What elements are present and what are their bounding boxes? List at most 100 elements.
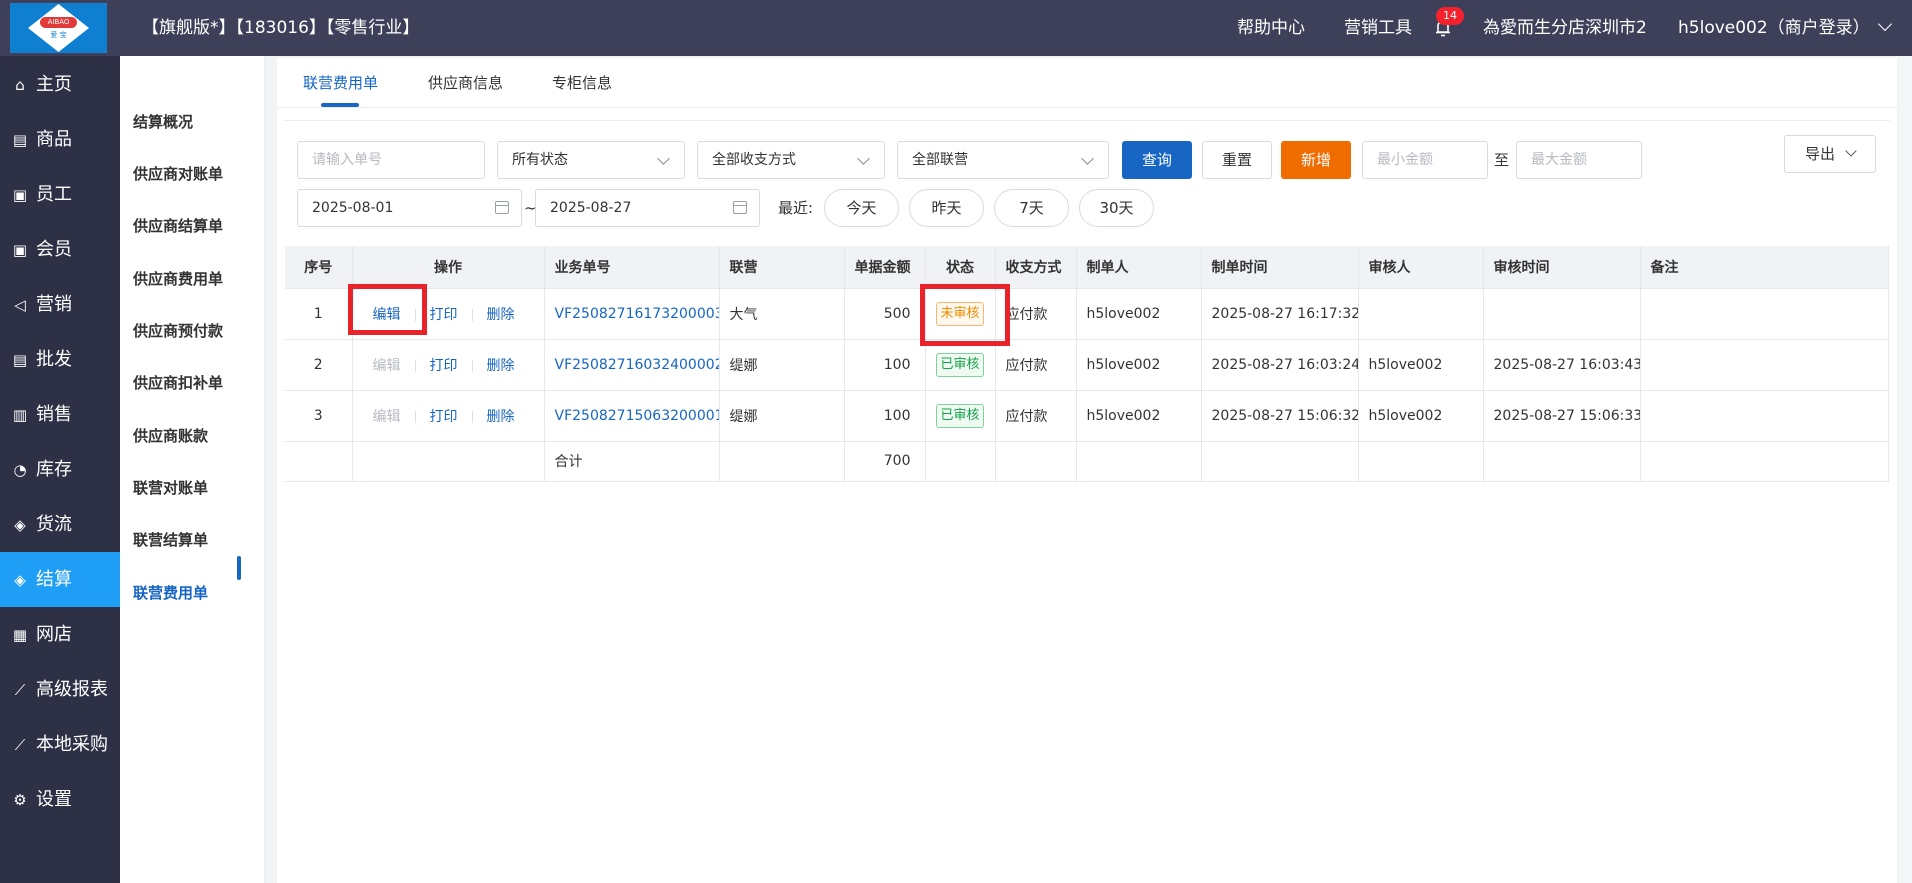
logistics-icon: ◈ — [14, 516, 26, 534]
reset-button[interactable]: 重置 — [1202, 141, 1272, 179]
sidebar-item-marketing[interactable]: ◁ 营销 — [0, 277, 120, 332]
sidebar-item-logistics[interactable]: ◈ 货流 — [0, 497, 120, 552]
sidebar-item-reports[interactable]: ⟋ 高级报表 — [0, 662, 120, 717]
export-button[interactable]: 导出 — [1784, 135, 1876, 173]
empty-cell — [1483, 441, 1641, 482]
quick-today-button[interactable]: 今天 — [824, 189, 899, 227]
amount: 100 — [844, 339, 926, 391]
delete-button[interactable]: 删除 — [487, 406, 515, 426]
empty-cell — [719, 441, 845, 482]
sidebar-item-staff[interactable]: ▣ 员工 — [0, 167, 120, 222]
query-button[interactable]: 查询 — [1122, 141, 1192, 179]
submenu-active-marker — [237, 556, 241, 580]
status-select[interactable]: 所有状态 — [497, 141, 685, 179]
min-amount-input[interactable]: 最小金额 — [1362, 141, 1488, 179]
wholesale-icon: ▤ — [12, 351, 28, 369]
status-select-value: 所有状态 — [512, 152, 568, 168]
sidebar-item-local-purchase[interactable]: ⟋ 本地采购 — [0, 717, 120, 772]
chevron-down-icon — [857, 152, 870, 165]
submenu-item[interactable]: 供应商结算单 — [133, 200, 223, 252]
marketing-tools-link[interactable]: 营销工具 — [1344, 0, 1412, 56]
submenu-item[interactable]: 供应商扣补单 — [133, 357, 223, 409]
sidebar-item-label: 高级报表 — [36, 679, 108, 700]
payment-method: 应付款 — [995, 390, 1077, 442]
sidebar-item-label: 设置 — [36, 789, 72, 810]
print-button[interactable]: 打印 — [430, 304, 458, 324]
sidebar-item-label: 网店 — [36, 624, 72, 645]
submenu-item[interactable]: 结算概况 — [133, 96, 193, 148]
auditor: h5love002 — [1358, 339, 1484, 391]
sidebar-item-settlement[interactable]: ◈ 结算 — [0, 552, 120, 607]
help-center-link[interactable]: 帮助中心 — [1237, 0, 1305, 56]
column-header: 备注 — [1640, 246, 1889, 289]
submenu-item[interactable]: 供应商账款 — [133, 410, 208, 462]
staff-icon: ▣ — [12, 186, 28, 204]
store-selector[interactable]: 為愛而生分店深圳市2 — [1483, 0, 1647, 56]
quick-7days-button[interactable]: 7天 — [994, 189, 1069, 227]
delete-button[interactable]: 删除 — [487, 304, 515, 324]
sidebar-item-label: 员工 — [36, 184, 72, 205]
calendar-icon — [495, 201, 509, 214]
creator: h5love002 — [1076, 288, 1202, 340]
sidebar-item-label: 本地采购 — [36, 734, 108, 755]
scrollbar[interactable] — [1898, 56, 1912, 883]
joint-name: 缇娜 — [719, 390, 845, 442]
tab-supplier-info[interactable]: 供应商信息 — [428, 58, 503, 108]
sidebar-item-label: 主页 — [36, 74, 72, 95]
home-icon: ⌂ — [15, 76, 25, 94]
print-button[interactable]: 打印 — [430, 355, 458, 375]
quick-yesterday-button[interactable]: 昨天 — [909, 189, 984, 227]
sales-icon: ▥ — [12, 406, 28, 424]
auditor — [1358, 288, 1484, 340]
order-number-link[interactable]: VF25082716173200003 — [544, 288, 720, 340]
order-number-link[interactable]: VF25082715063200001 — [544, 390, 720, 442]
sidebar-item-sales[interactable]: ▥ 销售 — [0, 387, 120, 442]
logo-subtext: 爱 宝 — [50, 31, 67, 39]
tab-joint-fee[interactable]: 联营费用单 — [303, 58, 378, 108]
sidebar-item-members[interactable]: ▣ 会员 — [0, 222, 120, 277]
order-number-input[interactable]: 请输入单号 — [297, 141, 485, 179]
auditor: h5love002 — [1358, 390, 1484, 442]
quick-30days-button[interactable]: 30天 — [1079, 189, 1154, 227]
member-icon: ▣ — [12, 241, 28, 259]
audited-time: 2025-08-27 16:03:43 — [1483, 339, 1641, 391]
edit-button-disabled: 编辑 — [372, 408, 401, 425]
brand-logo[interactable]: AIBAO 爱 宝 — [10, 3, 107, 53]
max-amount-input[interactable]: 最大金额 — [1516, 141, 1642, 179]
column-header: 联营 — [719, 246, 845, 289]
start-date-input[interactable]: 2025-08-01 — [297, 189, 522, 227]
sidebar-item-label: 营销 — [36, 294, 72, 315]
joint-name: 缇娜 — [719, 339, 845, 391]
sidebar-item-products[interactable]: ▤ 商品 — [0, 112, 120, 167]
submenu-item-active[interactable]: 联营费用单 — [133, 567, 208, 619]
purchase-icon: ⟋ — [14, 736, 26, 754]
divider — [471, 308, 473, 321]
print-button[interactable]: 打印 — [430, 406, 458, 426]
sidebar-item-wholesale[interactable]: ▤ 批发 — [0, 332, 120, 387]
row-number: 2 — [285, 339, 353, 391]
submenu-item[interactable]: 联营结算单 — [133, 514, 208, 566]
product-icon: ▤ — [12, 131, 28, 149]
user-menu[interactable]: h5love002（商户登录） — [1678, 0, 1892, 56]
sidebar-item-home[interactable]: ⌂ 主页 — [0, 57, 120, 112]
add-button[interactable]: 新增 — [1281, 141, 1351, 179]
empty-cell — [1076, 441, 1202, 482]
end-date-input[interactable]: 2025-08-27 — [535, 189, 760, 227]
order-number-link[interactable]: VF25082716032400002 — [544, 339, 720, 391]
submenu-item[interactable]: 供应商对账单 — [133, 148, 223, 200]
delete-button[interactable]: 删除 — [487, 355, 515, 375]
inventory-icon: ◔ — [13, 461, 27, 479]
joint-select-value: 全部联营 — [912, 152, 968, 168]
column-header: 审核时间 — [1483, 246, 1641, 289]
payment-method-select[interactable]: 全部收支方式 — [697, 141, 885, 179]
chevron-down-icon — [1877, 16, 1892, 32]
submenu-item[interactable]: 联营对账单 — [133, 462, 208, 514]
tab-counter-info[interactable]: 专柜信息 — [552, 58, 612, 108]
submenu-item[interactable]: 供应商费用单 — [133, 253, 223, 305]
sidebar-item-settings[interactable]: ⚙ 设置 — [0, 772, 120, 827]
submenu-item[interactable]: 供应商预付款 — [133, 305, 223, 357]
table-row: 3 编辑 打印 删除 VF25082715063200001 缇娜 100 已审核 … — [285, 390, 1889, 442]
sidebar-item-inventory[interactable]: ◔ 库存 — [0, 442, 120, 497]
joint-select[interactable]: 全部联营 — [897, 141, 1109, 179]
sidebar-item-webstore[interactable]: ▦ 网店 — [0, 607, 120, 662]
